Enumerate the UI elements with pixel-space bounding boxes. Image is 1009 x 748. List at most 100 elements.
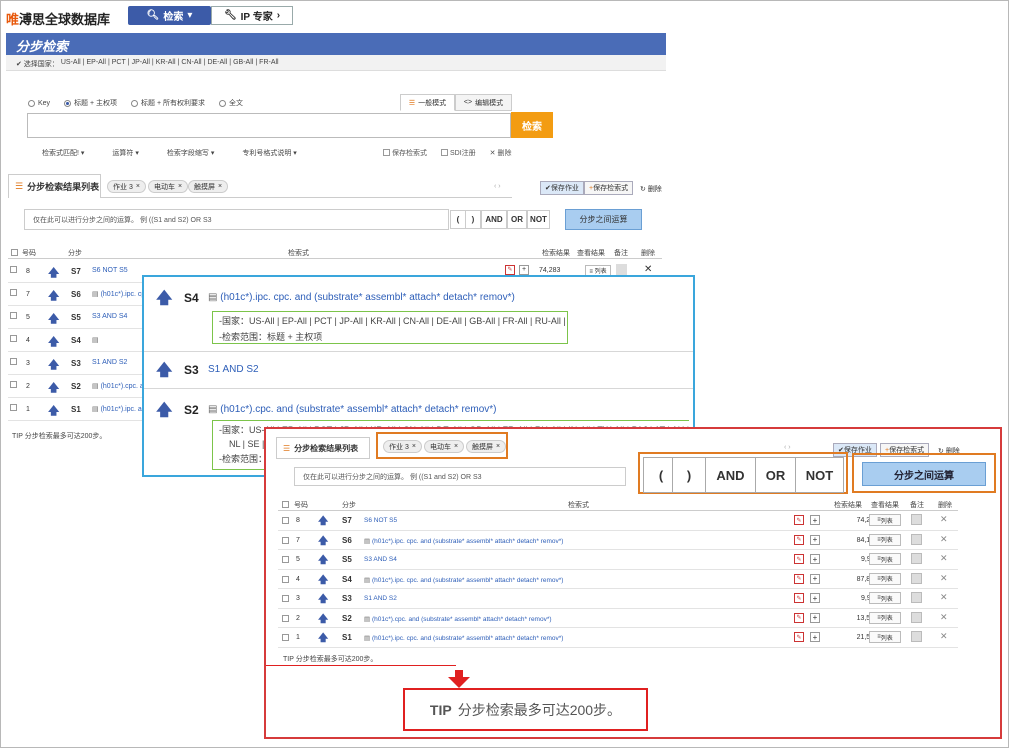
sdi-checkbox[interactable]: SDI注册 [441, 148, 476, 158]
arrow-up-icon[interactable]: 🡅︎ [156, 399, 172, 426]
country-item[interactable]: CN-All [181, 59, 201, 66]
table-row[interactable]: 2 🡅︎ S2 ▤ (h01c*).cpc. and (substrate* asse… [278, 609, 958, 628]
tab-scroll-arrows[interactable]: ‹ › [784, 444, 791, 451]
radio-title-all-claims[interactable]: 标题 + 所有权利要求 [131, 98, 205, 108]
country-bar: ✔ 选择国家： US-All | EP-All | PCT | JP-All | KR-… [6, 55, 666, 71]
plus-icon: + [810, 534, 820, 545]
op-or-button[interactable]: OR [755, 457, 796, 493]
note-icon [616, 264, 627, 275]
detail-s3: 🡅︎ S3 S1 AND S2 [144, 352, 693, 389]
table-row[interactable]: 5🡅︎S5S3 AND S4✎+9,911≡ 列表✕ [278, 550, 958, 570]
col-delete: 删除 [641, 250, 655, 257]
select-all-checkbox[interactable] [282, 501, 289, 508]
op-or-button[interactable]: OR [507, 210, 527, 229]
country-item[interactable]: EP-All [86, 59, 105, 66]
tool-operators[interactable]: 运算符 ▾ [112, 148, 138, 158]
table-row[interactable]: 8 🡅︎ S7 S6 NOT S5 ✎ +74,283 ≡ 列表 ✕ [278, 511, 958, 531]
tab-result-list[interactable]: ☰ 分步检索结果列表 [8, 174, 101, 198]
save-query-button[interactable]: + 保存检索式 [584, 181, 634, 195]
operator-input[interactable]: 仅在此可以进行分步之间的运算。 例 ((S1 and S2) OR S3 [24, 209, 449, 230]
arrow-up-icon: 🡅︎ [318, 613, 329, 625]
search-input[interactable] [27, 113, 511, 138]
country-item[interactable]: GB-All [233, 59, 253, 66]
chip-touch[interactable]: 触摸屏 × [466, 440, 507, 453]
list-button: ≡ 列表 [869, 553, 901, 565]
plus-icon: + [810, 515, 820, 525]
list-button: ≡ 列表 [869, 533, 901, 546]
table-row[interactable]: 7 🡅︎ S6 ▤ (h01c*).ipc. cpc. and (substrate*… [278, 531, 958, 550]
op-rparen-button[interactable]: ) [672, 457, 706, 493]
chip-ev[interactable]: 电动车 × [148, 180, 189, 193]
chip-ev[interactable]: 电动车 × [424, 440, 465, 453]
brand-logo[interactable]: 唯溥思全球数据库 [6, 9, 110, 28]
search-submit-button[interactable]: 检索 [511, 112, 553, 138]
table-row[interactable]: 4 🡅︎ S4 ▤ (h01c*).ipc. cpc. and (substrate*… [278, 570, 958, 589]
table-row[interactable]: 1 🡅︎ S1 ▤ (h01c*).ipc. cpc. and (substrate*… [278, 628, 958, 648]
op-lparen-button[interactable]: ( [450, 210, 466, 229]
delete-icon: ✕ [940, 514, 948, 524]
tab-edit-mode[interactable]: <> 编辑模式 [455, 94, 512, 111]
table-header: 号码 分步 检索式 检索结果 查看结果 备注 删除 [8, 245, 662, 259]
list-icon: ☰ [283, 443, 291, 453]
radio-fulltext[interactable]: 全文 [219, 98, 243, 108]
radio-title-claim[interactable]: 标题 + 主权项 [64, 98, 117, 108]
country-item[interactable]: DE-All [207, 59, 227, 66]
arrow-up-icon: 🡅︎ [48, 359, 60, 371]
delete-icon: ✕ [940, 533, 948, 544]
country-item[interactable]: PCT [112, 59, 126, 66]
edit-icon: ✎ [794, 632, 804, 642]
table-row[interactable]: 3🡅︎S3S1 AND S2✎+9,911≡ 列表✕ [278, 589, 958, 609]
tip-callout: TIP 分步检索最多可达200步。 [403, 688, 648, 731]
delete-link[interactable]: ✕ 删除 [490, 148, 512, 158]
note-icon [911, 553, 922, 564]
note-icon [911, 533, 922, 545]
chip-job[interactable]: 作业 3 × [107, 180, 146, 193]
close-icon: × [178, 183, 183, 190]
op-not-button[interactable]: NOT [527, 210, 550, 229]
country-item[interactable]: FR-All [259, 59, 278, 66]
chip-touch[interactable]: 触摸屏 × [188, 180, 229, 193]
step-operation-button[interactable]: 分步之间运算 [565, 209, 642, 230]
op-rparen-button[interactable]: ) [465, 210, 481, 229]
select-all-checkbox[interactable] [11, 249, 18, 256]
wrench-icon: 🔧︎ [223, 10, 237, 21]
close-icon: × [218, 183, 223, 190]
country-item[interactable]: KR-All [156, 59, 176, 66]
save-query-checkbox[interactable]: 保存检索式 [383, 148, 427, 158]
step-operation-button[interactable]: 分步之间运算 [862, 462, 986, 486]
op-and-button[interactable]: AND [705, 457, 756, 493]
radio-key[interactable]: Key [28, 98, 50, 108]
list-icon: ☰ [15, 181, 24, 191]
arrow-down-icon [448, 670, 470, 688]
tab-normal-mode[interactable]: ☰ 一般模式 [400, 94, 455, 111]
delete-all-button[interactable]: ↻ 删除 [640, 184, 662, 194]
close-icon: × [135, 183, 140, 190]
op-and-button[interactable]: AND [481, 210, 507, 229]
edit-icon: ✎ [794, 573, 804, 584]
delete-icon: ✕ [940, 611, 948, 622]
nav-ip-expert-label: IP 专家 [240, 12, 273, 23]
tool-field-abbrev[interactable]: 检索字段缩写 ▾ [167, 148, 214, 158]
operator-input[interactable]: 仅在此可以进行分步之间的运算。 例 ((S1 and S2) OR S3 [294, 467, 626, 486]
country-item[interactable]: JP-All [132, 59, 150, 66]
list-button: ≡ 列表 [869, 592, 901, 604]
tab-scroll-arrows[interactable]: ‹ › [494, 183, 501, 190]
arrow-up-icon: 🡅︎ [318, 535, 329, 547]
edit-icon: ✎ [794, 534, 804, 545]
arrow-up-icon: 🡅︎ [318, 555, 329, 566]
save-job-button[interactable]: ✔ 保存作业 [540, 181, 584, 195]
table-header: 号码 分步 检索式 检索结果 查看结果 备注 删除 [278, 497, 958, 511]
op-not-button[interactable]: NOT [795, 457, 844, 493]
tool-query-match[interactable]: 检索式匹配! ▾ [42, 148, 84, 158]
detail-s4: 🡅︎ S4 ▤ (h01c*).ipc. cpc. and (substrate… [144, 277, 693, 352]
arrow-up-icon: 🡅︎ [48, 290, 60, 302]
arrow-up-icon[interactable]: 🡅︎ [156, 287, 172, 314]
chip-job[interactable]: 作业 3 × [383, 440, 422, 453]
country-item[interactable]: US-All [61, 59, 81, 66]
tab-result-list-zoomed[interactable]: ☰ 分步检索结果列表 [276, 437, 370, 459]
arrow-up-icon[interactable]: 🡅︎ [156, 359, 172, 386]
tool-patent-format[interactable]: 专利号格式说明 ▾ [242, 148, 296, 158]
tip-text: TIP 分步检索最多可达200步。 [283, 656, 378, 663]
nav-ip-expert-button[interactable]: 🔧︎ IP 专家 › [211, 6, 293, 25]
nav-search-button[interactable]: 🔍︎ 检索 ▾ [128, 6, 211, 25]
